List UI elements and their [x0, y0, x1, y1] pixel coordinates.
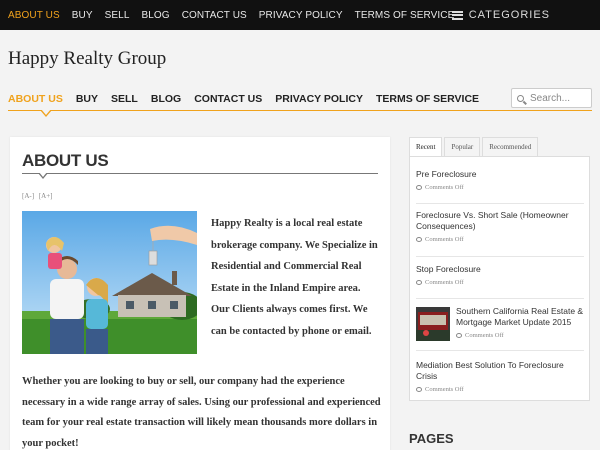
divider: [416, 203, 584, 204]
top-nav-buy[interactable]: BUY: [72, 10, 93, 21]
menu-icon: [451, 10, 463, 20]
post-title[interactable]: Southern California Real Estate & Mortga…: [456, 306, 584, 328]
main-nav-blog[interactable]: BLOG: [151, 93, 181, 105]
title-divider: [22, 173, 378, 174]
font-size-controls: [A-] [A+]: [22, 192, 55, 200]
list-item: Foreclosure Vs. Short Sale (Homeowner Co…: [416, 210, 584, 243]
family-house-photo: [22, 211, 197, 354]
post-title[interactable]: Foreclosure Vs. Short Sale (Homeowner Co…: [416, 210, 584, 232]
font-increase-button[interactable]: [A+]: [39, 192, 53, 200]
divider: [416, 350, 584, 351]
comment-icon: [456, 333, 462, 338]
font-decrease-button[interactable]: [A-]: [22, 192, 34, 200]
search-input[interactable]: [530, 92, 590, 104]
content-card: ABOUT US [A-] [A+] Happy Realty is a loc…: [10, 137, 390, 450]
sidebar-tabs: Recent Popular Recommended: [409, 137, 540, 157]
top-nav-blog[interactable]: BLOG: [142, 10, 170, 21]
top-nav-privacy-policy[interactable]: PRIVACY POLICY: [259, 10, 343, 21]
nav-divider: [8, 110, 592, 111]
main-nav-terms-of-service[interactable]: TERMS OF SERVICE: [376, 93, 479, 105]
main-nav-about-us[interactable]: ABOUT US: [8, 93, 63, 105]
divider: [416, 298, 584, 299]
top-nav-sell[interactable]: SELL: [105, 10, 130, 21]
main-nav-buy[interactable]: BUY: [76, 93, 98, 105]
main-nav-contact-us[interactable]: CONTACT US: [194, 93, 262, 105]
categories-label: CATEGORIES: [468, 9, 550, 21]
tab-popular[interactable]: Popular: [444, 137, 481, 157]
post-comments: Comments Off: [416, 184, 476, 191]
active-nav-indicator: [40, 109, 52, 117]
title-divider-caret: [38, 172, 48, 179]
intro-text: Happy Realty is a local real estate brok…: [211, 218, 378, 337]
search-box[interactable]: [511, 88, 592, 108]
body-paragraph: Whether you are looking to buy or sell, …: [22, 376, 381, 449]
top-nav-about-us[interactable]: ABOUT US: [8, 10, 60, 21]
main-nav-privacy-policy[interactable]: PRIVACY POLICY: [275, 93, 363, 105]
post-title[interactable]: Mediation Best Solution To Foreclosure C…: [416, 360, 586, 382]
main-nav: ABOUT US BUY SELL BLOG CONTACT US PRIVAC…: [8, 93, 492, 105]
list-item: Stop Foreclosure Comments Off: [416, 264, 481, 286]
post-comments: Comments Off: [416, 236, 584, 243]
tab-recent[interactable]: Recent: [409, 137, 443, 157]
post-title[interactable]: Pre Foreclosure: [416, 169, 476, 180]
comment-icon: [416, 185, 422, 190]
post-thumbnail[interactable]: [416, 307, 450, 341]
top-nav: ABOUT US BUY SELL BLOG CONTACT US PRIVAC…: [8, 0, 466, 30]
top-nav-contact-us[interactable]: CONTACT US: [182, 10, 247, 21]
list-item: Southern California Real Estate & Mortga…: [456, 306, 584, 339]
comment-icon: [416, 387, 422, 392]
page-title: ABOUT US: [22, 151, 109, 170]
divider: [416, 256, 584, 257]
post-comments: Comments Off: [416, 279, 481, 286]
categories-button[interactable]: CATEGORIES: [451, 0, 550, 30]
post-comments: Comments Off: [416, 386, 586, 393]
pages-heading: PAGES: [409, 431, 454, 446]
recent-posts-widget: Pre Foreclosure Comments Off Foreclosure…: [409, 156, 590, 401]
list-item: Pre Foreclosure Comments Off: [416, 169, 476, 191]
tab-recommended[interactable]: Recommended: [482, 137, 539, 157]
site-title[interactable]: Happy Realty Group: [8, 48, 166, 70]
search-icon: [517, 94, 524, 102]
list-item: Mediation Best Solution To Foreclosure C…: [416, 360, 586, 393]
top-nav-terms-of-service[interactable]: TERMS OF SERVICE: [355, 10, 455, 21]
comment-icon: [416, 280, 422, 285]
post-comments: Comments Off: [456, 332, 584, 339]
post-title[interactable]: Stop Foreclosure: [416, 264, 481, 275]
main-nav-sell[interactable]: SELL: [111, 93, 138, 105]
comment-icon: [416, 237, 422, 242]
top-bar: ABOUT US BUY SELL BLOG CONTACT US PRIVAC…: [0, 0, 600, 30]
